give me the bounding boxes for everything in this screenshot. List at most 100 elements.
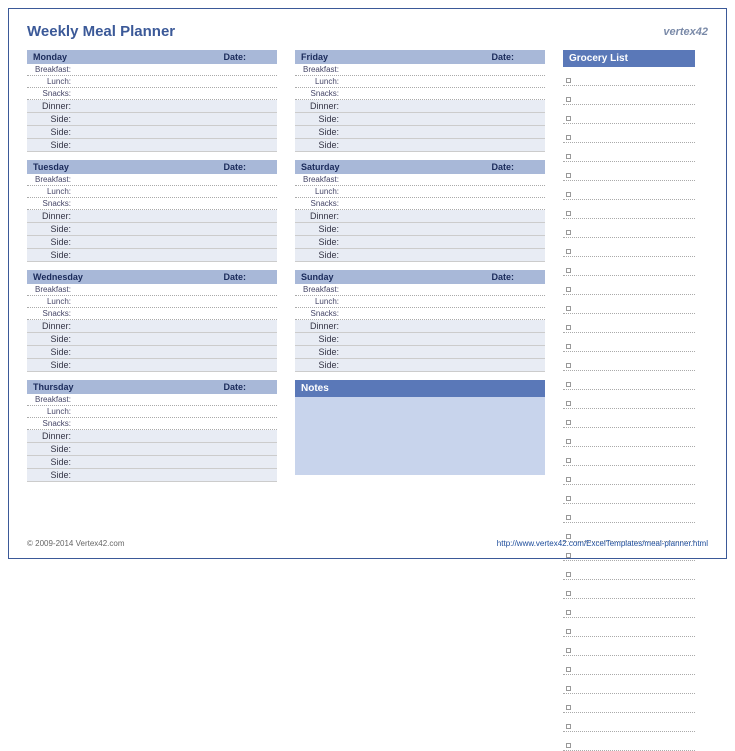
side-row[interactable]: Side: [295,139,545,152]
checkbox-icon[interactable] [566,705,571,710]
grocery-item[interactable] [563,113,695,124]
grocery-item[interactable] [563,189,695,200]
grocery-item[interactable] [563,607,695,618]
side-row[interactable]: Side: [27,333,277,346]
checkbox-icon[interactable] [566,458,571,463]
grocery-item[interactable] [563,284,695,295]
lunch-row[interactable]: Lunch: [295,296,545,308]
source-link[interactable]: http://www.vertex42.com/ExcelTemplates/m… [497,539,708,548]
checkbox-icon[interactable] [566,268,571,273]
snacks-row[interactable]: Snacks: [27,198,277,210]
checkbox-icon[interactable] [566,572,571,577]
breakfast-row[interactable]: Breakfast: [295,284,545,296]
dinner-row[interactable]: Dinner: [295,320,545,333]
side-row[interactable]: Side: [295,126,545,139]
grocery-item[interactable] [563,455,695,466]
grocery-item[interactable] [563,474,695,485]
checkbox-icon[interactable] [566,116,571,121]
side-row[interactable]: Side: [27,223,277,236]
side-row[interactable]: Side: [27,139,277,152]
checkbox-icon[interactable] [566,439,571,444]
checkbox-icon[interactable] [566,325,571,330]
grocery-item[interactable] [563,151,695,162]
side-row[interactable]: Side: [295,333,545,346]
dinner-row[interactable]: Dinner: [27,100,277,113]
checkbox-icon[interactable] [566,154,571,159]
grocery-item[interactable] [563,246,695,257]
checkbox-icon[interactable] [566,287,571,292]
checkbox-icon[interactable] [566,648,571,653]
side-row[interactable]: Side: [27,236,277,249]
grocery-item[interactable] [563,626,695,637]
checkbox-icon[interactable] [566,249,571,254]
checkbox-icon[interactable] [566,477,571,482]
grocery-item[interactable] [563,341,695,352]
grocery-item[interactable] [563,740,695,751]
grocery-item[interactable] [563,360,695,371]
checkbox-icon[interactable] [566,515,571,520]
side-row[interactable]: Side: [27,346,277,359]
lunch-row[interactable]: Lunch: [295,186,545,198]
dinner-row[interactable]: Dinner: [27,320,277,333]
breakfast-row[interactable]: Breakfast: [27,174,277,186]
side-row[interactable]: Side: [27,113,277,126]
checkbox-icon[interactable] [566,363,571,368]
checkbox-icon[interactable] [566,135,571,140]
lunch-row[interactable]: Lunch: [295,76,545,88]
grocery-item[interactable] [563,379,695,390]
lunch-row[interactable]: Lunch: [27,186,277,198]
checkbox-icon[interactable] [566,534,571,539]
side-row[interactable]: Side: [295,113,545,126]
snacks-row[interactable]: Snacks: [27,308,277,320]
breakfast-row[interactable]: Breakfast: [295,174,545,186]
checkbox-icon[interactable] [566,401,571,406]
side-row[interactable]: Side: [295,236,545,249]
checkbox-icon[interactable] [566,344,571,349]
grocery-item[interactable] [563,208,695,219]
checkbox-icon[interactable] [566,667,571,672]
lunch-row[interactable]: Lunch: [27,296,277,308]
checkbox-icon[interactable] [566,591,571,596]
side-row[interactable]: Side: [295,249,545,262]
snacks-row[interactable]: Snacks: [27,88,277,100]
grocery-item[interactable] [563,569,695,580]
grocery-item[interactable] [563,170,695,181]
side-row[interactable]: Side: [27,359,277,372]
lunch-row[interactable]: Lunch: [27,76,277,88]
side-row[interactable]: Side: [295,346,545,359]
side-row[interactable]: Side: [27,443,277,456]
snacks-row[interactable]: Snacks: [295,198,545,210]
grocery-item[interactable] [563,132,695,143]
side-row[interactable]: Side: [27,249,277,262]
grocery-item[interactable] [563,94,695,105]
checkbox-icon[interactable] [566,743,571,748]
grocery-item[interactable] [563,227,695,238]
grocery-item[interactable] [563,683,695,694]
grocery-item[interactable] [563,664,695,675]
side-row[interactable]: Side: [295,223,545,236]
grocery-item[interactable] [563,588,695,599]
snacks-row[interactable]: Snacks: [295,308,545,320]
side-row[interactable]: Side: [295,359,545,372]
breakfast-row[interactable]: Breakfast: [27,284,277,296]
snacks-row[interactable]: Snacks: [295,88,545,100]
checkbox-icon[interactable] [566,306,571,311]
grocery-item[interactable] [563,398,695,409]
breakfast-row[interactable]: Breakfast: [27,64,277,76]
dinner-row[interactable]: Dinner: [295,210,545,223]
notes-body[interactable] [295,397,545,475]
checkbox-icon[interactable] [566,382,571,387]
checkbox-icon[interactable] [566,230,571,235]
grocery-item[interactable] [563,512,695,523]
grocery-item[interactable] [563,645,695,656]
grocery-item[interactable] [563,265,695,276]
grocery-item[interactable] [563,550,695,561]
checkbox-icon[interactable] [566,629,571,634]
grocery-item[interactable] [563,75,695,86]
grocery-item[interactable] [563,417,695,428]
dinner-row[interactable]: Dinner: [27,210,277,223]
checkbox-icon[interactable] [566,192,571,197]
side-row[interactable]: Side: [27,469,277,482]
side-row[interactable]: Side: [27,126,277,139]
grocery-item[interactable] [563,493,695,504]
